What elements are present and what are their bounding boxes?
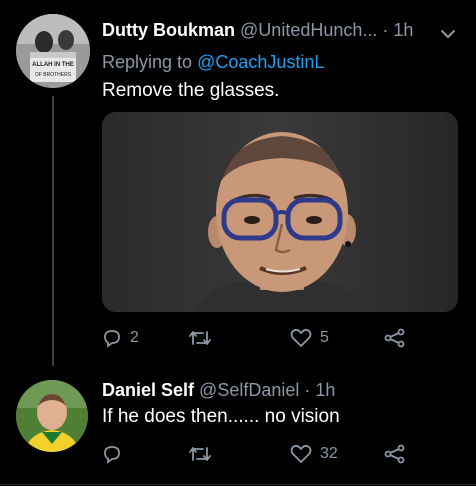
reply-button[interactable]: 2	[102, 328, 139, 348]
display-name[interactable]: Dutty Boukman	[102, 20, 235, 40]
tweet-daniel-self[interactable]: Daniel Self @SelfDaniel · 1h If he does …	[0, 370, 476, 486]
share-button[interactable]	[384, 328, 406, 348]
share-button[interactable]	[384, 444, 406, 464]
user-handle[interactable]: @UnitedHunch...	[240, 20, 377, 40]
like-button[interactable]: 5	[290, 328, 329, 348]
photo-man-with-glasses	[102, 112, 458, 312]
bottom-divider	[0, 484, 476, 485]
reply-button[interactable]	[102, 444, 130, 464]
replying-prefix: Replying to	[102, 52, 193, 72]
share-nodes-icon	[384, 328, 405, 348]
tweet-photo[interactable]	[102, 112, 458, 312]
separator-dot: ·	[382, 20, 389, 40]
retweet-button[interactable]	[188, 444, 220, 464]
reply-count: 2	[130, 329, 139, 346]
heart-icon	[290, 328, 312, 347]
avatar-poster-line-1: ALLAH IN THE	[32, 62, 74, 68]
timestamp[interactable]: 1h	[393, 20, 413, 40]
tweet-dutty-boukman[interactable]: ALLAH IN THE OF BROTHERS Dutty Boukman @…	[0, 0, 476, 370]
display-name[interactable]: Daniel Self	[102, 380, 194, 400]
comment-bubble-icon	[104, 330, 120, 348]
tweet-text: If he does then...... no vision	[102, 406, 340, 427]
comment-bubble-icon	[104, 446, 120, 464]
replying-to-link[interactable]: @CoachJustinL	[197, 52, 324, 72]
user-handle[interactable]: @SelfDaniel	[199, 380, 299, 400]
retweet-arrows-icon	[189, 331, 211, 345]
like-button[interactable]: 32	[290, 444, 338, 464]
retweet-arrows-icon	[189, 447, 211, 461]
like-count: 32	[320, 445, 338, 462]
tweet-actions: 2 5	[102, 328, 422, 356]
timestamp[interactable]: 1h	[315, 380, 335, 400]
avatar[interactable]	[16, 380, 88, 452]
tweet-actions: 32	[102, 444, 422, 472]
replying-to: Replying to @CoachJustinL	[102, 52, 324, 73]
share-nodes-icon	[384, 444, 405, 464]
heart-icon	[290, 444, 312, 463]
separator-dot: ·	[304, 380, 311, 400]
tweet-text: Remove the glasses.	[102, 80, 280, 101]
avatar-image	[16, 380, 88, 452]
avatar-image: ALLAH IN THE OF BROTHERS	[16, 14, 90, 88]
avatar-poster-line-2: OF BROTHERS	[35, 72, 72, 78]
avatar[interactable]: ALLAH IN THE OF BROTHERS	[16, 14, 90, 88]
like-count: 5	[320, 329, 329, 346]
tweet-header: Dutty Boukman @UnitedHunch... · 1h	[102, 20, 413, 41]
chevron-down-icon[interactable]	[440, 26, 456, 47]
retweet-button[interactable]	[188, 328, 220, 348]
tweet-header: Daniel Self @SelfDaniel · 1h	[102, 380, 335, 401]
